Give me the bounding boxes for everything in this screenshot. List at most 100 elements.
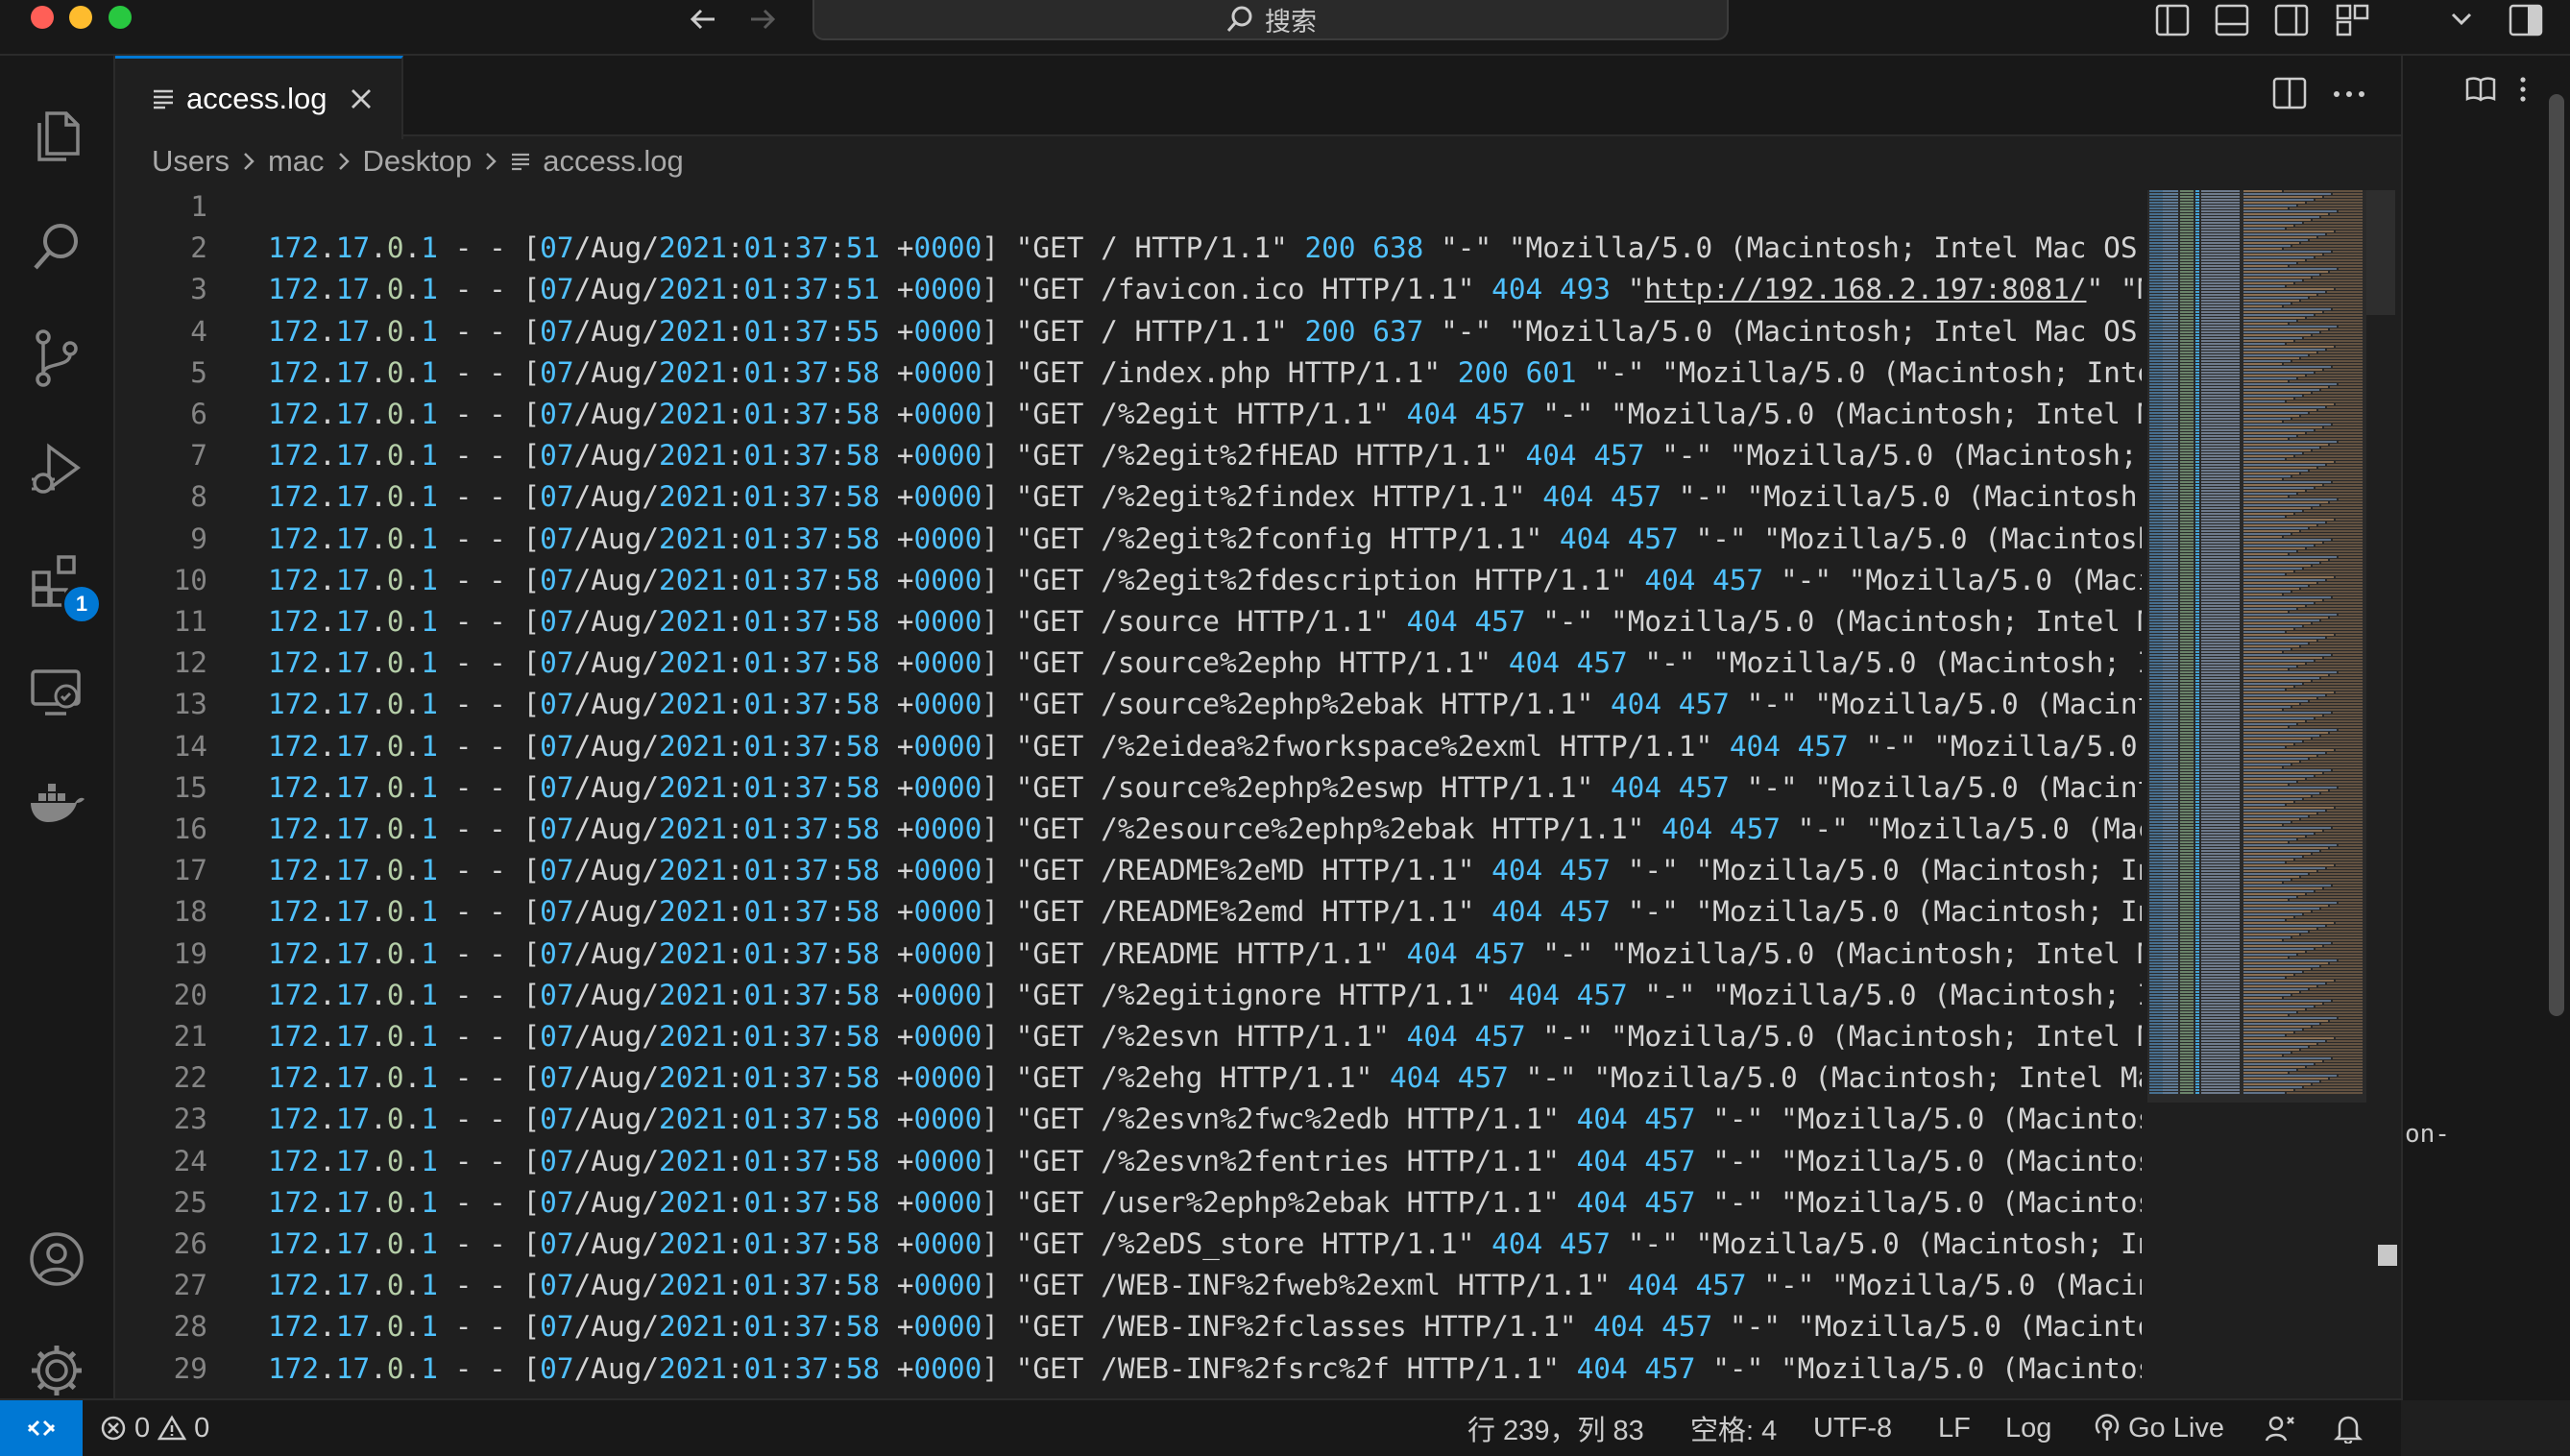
editor-tab-strip <box>115 56 2401 136</box>
line-number: 6 <box>190 398 207 430</box>
line-number: 2 <box>190 231 207 265</box>
line-number: 7 <box>190 439 207 473</box>
line-number: 29 <box>173 1351 207 1385</box>
forward-arrow-icon[interactable] <box>745 2 780 36</box>
cursor-position[interactable]: 行 239，列 83 <box>1467 1400 1644 1456</box>
line-text: 172.17.0.1 - - [07/Aug/2021:01:37:58 +00… <box>268 605 2142 638</box>
go-live-button[interactable]: Go Live <box>2094 1400 2224 1456</box>
editor-line[interactable]: 8 172.17.0.1 - - [07/Aug/2021:01:37:58 +0… <box>115 476 2142 518</box>
editor-line[interactable]: 4 172.17.0.1 - - [07/Aug/2021:01:37:55 +0… <box>115 311 2142 352</box>
editor-line[interactable]: 9 172.17.0.1 - - [07/Aug/2021:01:37:58 +0… <box>115 519 2142 560</box>
indentation-setting[interactable]: 空格: 4 <box>1690 1400 1777 1456</box>
open-preview-icon[interactable] <box>2464 75 2497 104</box>
problems-button[interactable]: 0 0 <box>100 1400 209 1456</box>
source-control-button[interactable] <box>23 325 90 392</box>
line-number: 12 <box>173 646 207 680</box>
encoding-setting[interactable]: UTF-8 <box>1813 1400 1892 1456</box>
toggle-secondary-sidebar-icon[interactable] <box>2274 4 2309 36</box>
editor-line[interactable]: 26 172.17.0.1 - - [07/Aug/2021:01:37:58 +… <box>115 1224 2142 1265</box>
editor-line[interactable]: 19 172.17.0.1 - - [07/Aug/2021:01:37:58 +… <box>115 934 2142 975</box>
run-debug-button[interactable] <box>23 436 90 503</box>
breadcrumb-item-desktop[interactable]: Desktop <box>363 144 473 179</box>
docker-button[interactable] <box>23 770 90 837</box>
line-text: 172.17.0.1 - - [07/Aug/2021:01:37:58 +00… <box>268 398 2142 430</box>
chevron-right-icon <box>486 153 497 170</box>
toggle-panel-icon[interactable] <box>2215 4 2249 36</box>
close-icon[interactable] <box>350 87 373 110</box>
search-view-button[interactable] <box>23 213 90 280</box>
editor-content[interactable]: 1 2 172.17.0.1 - - [07/Aug/2021:01:37:51 +… <box>115 184 2142 1396</box>
sidebar-scrollbar-thumb[interactable] <box>2549 94 2564 1016</box>
notifications-button[interactable] <box>2334 1400 2363 1456</box>
editor-line[interactable]: 1 <box>115 186 2142 228</box>
breadcrumb-item-mac[interactable]: mac <box>268 144 325 179</box>
editor-line[interactable]: 22 172.17.0.1 - - [07/Aug/2021:01:37:58 +… <box>115 1057 2142 1099</box>
extensions-badge: 1 <box>61 584 102 624</box>
line-number: 18 <box>173 895 207 929</box>
line-text: 172.17.0.1 - - [07/Aug/2021:01:37:55 +00… <box>268 314 2142 348</box>
customize-layout-icon[interactable] <box>2336 4 2370 36</box>
editor-line[interactable]: 15 172.17.0.1 - - [07/Aug/2021:01:37:58 +… <box>115 767 2142 809</box>
gear-icon <box>32 1346 82 1395</box>
run-debug-icon <box>32 443 81 494</box>
accounts-button[interactable] <box>23 1225 90 1293</box>
command-center-search[interactable]: 搜索 <box>812 0 1729 40</box>
search-label: 搜索 <box>1265 7 1317 36</box>
language-mode[interactable]: Log <box>2005 1400 2051 1456</box>
remote-indicator-button[interactable] <box>0 1400 83 1456</box>
editor-line[interactable]: 16 172.17.0.1 - - [07/Aug/2021:01:37:58 +… <box>115 809 2142 850</box>
toggle-auxiliary-bar-icon[interactable] <box>2509 4 2543 36</box>
editor-line[interactable]: 3 172.17.0.1 - - [07/Aug/2021:01:37:51 +0… <box>115 269 2142 310</box>
scroll-marker <box>2378 1245 2397 1266</box>
activity-bar: 1 <box>0 56 115 1400</box>
eol-setting[interactable]: LF <box>1938 1400 1971 1456</box>
editor-line[interactable]: 25 172.17.0.1 - - [07/Aug/2021:01:37:58 +… <box>115 1182 2142 1224</box>
remote-explorer-button[interactable] <box>23 659 90 726</box>
close-window-button[interactable] <box>31 6 54 29</box>
zoom-window-button[interactable] <box>109 6 132 29</box>
editor-line[interactable]: 10 172.17.0.1 - - [07/Aug/2021:01:37:58 +… <box>115 560 2142 601</box>
editor-line[interactable]: 2 172.17.0.1 - - [07/Aug/2021:01:37:51 +0… <box>115 228 2142 269</box>
editor-line[interactable]: 12 172.17.0.1 - - [07/Aug/2021:01:37:58 +… <box>115 643 2142 684</box>
feedback-button[interactable] <box>2265 1400 2295 1456</box>
remote-explorer-icon <box>31 669 81 716</box>
line-text: 172.17.0.1 - - [07/Aug/2021:01:37:58 +00… <box>268 480 2142 514</box>
line-text: 172.17.0.1 - - [07/Aug/2021:01:37:58 +00… <box>268 854 2142 887</box>
more-actions-icon[interactable] <box>2516 75 2530 104</box>
breadcrumb-item-users[interactable]: Users <box>152 144 230 179</box>
editor-scrollbar-thumb[interactable] <box>2366 190 2395 315</box>
line-number: 15 <box>173 770 207 804</box>
breadcrumb-item-file[interactable]: access.log <box>543 144 683 179</box>
minimap[interactable] <box>2147 190 2366 1103</box>
more-actions-icon[interactable] <box>2332 85 2366 104</box>
editor-line[interactable]: 14 172.17.0.1 - - [07/Aug/2021:01:37:58 +… <box>115 726 2142 767</box>
editor-line[interactable]: 20 172.17.0.1 - - [07/Aug/2021:01:37:58 +… <box>115 975 2142 1016</box>
line-text: 172.17.0.1 - - [07/Aug/2021:01:37:58 +00… <box>268 1103 2142 1136</box>
editor-line[interactable]: 24 172.17.0.1 - - [07/Aug/2021:01:37:58 +… <box>115 1141 2142 1182</box>
editor-line[interactable]: 23 172.17.0.1 - - [07/Aug/2021:01:37:58 +… <box>115 1099 2142 1140</box>
editor-line[interactable]: 11 172.17.0.1 - - [07/Aug/2021:01:37:58 +… <box>115 601 2142 643</box>
extensions-button[interactable]: 1 <box>23 547 102 624</box>
editor-line[interactable]: 17 172.17.0.1 - - [07/Aug/2021:01:37:58 +… <box>115 850 2142 891</box>
line-number: 10 <box>173 563 207 596</box>
explorer-button[interactable] <box>23 102 90 169</box>
line-text: 172.17.0.1 - - [07/Aug/2021:01:37:58 +00… <box>268 688 2142 721</box>
editor-line[interactable]: 6 172.17.0.1 - - [07/Aug/2021:01:37:58 +0… <box>115 394 2142 435</box>
broadcast-icon <box>2095 1414 2120 1441</box>
back-arrow-icon[interactable] <box>686 2 720 36</box>
manage-settings-button[interactable] <box>23 1337 90 1404</box>
toggle-primary-sidebar-icon[interactable] <box>2155 4 2190 36</box>
editor-line[interactable]: 5 172.17.0.1 - - [07/Aug/2021:01:37:58 +0… <box>115 352 2142 394</box>
editor-line[interactable]: 21 172.17.0.1 - - [07/Aug/2021:01:37:58 +… <box>115 1016 2142 1057</box>
editor-line[interactable]: 27 172.17.0.1 - - [07/Aug/2021:01:37:58 +… <box>115 1265 2142 1306</box>
editor-line[interactable]: 28 172.17.0.1 - - [07/Aug/2021:01:37:58 +… <box>115 1306 2142 1347</box>
editor-line[interactable]: 13 172.17.0.1 - - [07/Aug/2021:01:37:58 +… <box>115 684 2142 725</box>
chevron-down-icon[interactable] <box>2447 4 2476 33</box>
error-icon <box>101 1416 126 1441</box>
tab-access-log[interactable]: access.log <box>115 56 403 139</box>
split-editor-icon[interactable] <box>2272 77 2307 109</box>
editor-line[interactable]: 7 172.17.0.1 - - [07/Aug/2021:01:37:58 +0… <box>115 435 2142 476</box>
minimize-window-button[interactable] <box>69 6 92 29</box>
editor-line[interactable]: 29 172.17.0.1 - - [07/Aug/2021:01:37:58 +… <box>115 1348 2142 1390</box>
editor-line[interactable]: 18 172.17.0.1 - - [07/Aug/2021:01:37:58 +… <box>115 891 2142 933</box>
